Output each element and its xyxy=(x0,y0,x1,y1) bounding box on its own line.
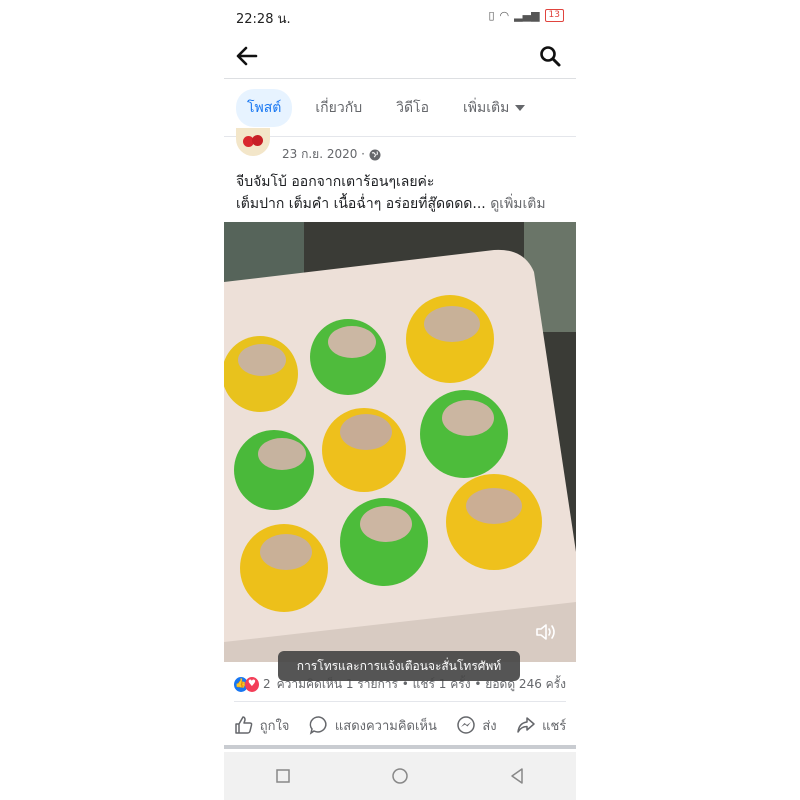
status-bar: 22:28 น. ▯ ◠ ▂▄▆ 13 xyxy=(224,0,576,34)
page-tabs: โพสต์ เกี่ยวกับ วิดีโอ เพิ่มเติม xyxy=(224,88,576,128)
send-label: ส่ง xyxy=(482,718,497,734)
like-icon xyxy=(234,716,253,734)
wifi-icon: ◠ xyxy=(499,9,510,22)
dumpling xyxy=(310,319,386,395)
see-more-link[interactable]: ดูเพิ่มเติม xyxy=(490,196,545,212)
tab-more-label: เพิ่มเติม xyxy=(462,100,510,116)
globe-icon xyxy=(369,149,381,160)
comment-button[interactable]: แสดงความคิดเห็น xyxy=(309,715,437,736)
search-icon[interactable] xyxy=(538,44,562,68)
system-nav-bar xyxy=(224,752,576,800)
signal-icon: ▂▄▆ xyxy=(514,9,540,22)
post-text-line: เต็มปาก เต็มคำ เนื้อฉ่ำๆ อร่อยที่สู๊ดดดด… xyxy=(236,196,486,212)
share-icon xyxy=(517,717,535,733)
stats-divider xyxy=(234,701,566,702)
like-label: ถูกใจ xyxy=(259,718,290,734)
dumpling xyxy=(340,498,428,586)
post-meta: 23 ก.ย. 2020 · xyxy=(282,145,381,164)
share-label: แชร์ xyxy=(542,718,567,734)
app-bar xyxy=(224,34,576,79)
dumpling xyxy=(224,336,298,412)
dumpling xyxy=(240,524,328,612)
post-text-line: จีบจัมโบ้ ออกจากเตาร้อนๆเลยค่ะ xyxy=(236,174,435,190)
love-reaction-icon: ♥ xyxy=(244,676,259,692)
status-time: 22:28 น. xyxy=(236,12,291,27)
back-arrow-icon[interactable] xyxy=(234,44,260,68)
tab-more[interactable]: เพิ่มเติม xyxy=(452,89,536,127)
phone-screen: 22:28 น. ▯ ◠ ▂▄▆ 13 โพสต์ เกี่ยวกับ วิดี… xyxy=(224,0,576,800)
post-video[interactable] xyxy=(224,222,576,662)
dumplings-image xyxy=(224,222,576,662)
comment-icon xyxy=(309,716,327,735)
back-icon[interactable] xyxy=(506,765,528,787)
tab-posts[interactable]: โพสต์ xyxy=(236,89,293,127)
reaction-count[interactable]: 2 xyxy=(263,677,271,691)
avatar-logo-shape xyxy=(252,135,263,146)
tab-about[interactable]: เกี่ยวกับ xyxy=(304,89,373,127)
system-toast: การโทรและการแจ้งเตือนจะสั่นโทรศัพท์ xyxy=(278,651,520,681)
post-text: จีบจัมโบ้ ออกจากเตาร้อนๆเลยค่ะ เต็มปาก เ… xyxy=(236,171,572,215)
messenger-icon xyxy=(457,716,476,734)
volume-icon[interactable] xyxy=(534,620,558,644)
post-actions: ถูกใจ แสดงความคิดเห็น ส่ง แชร์ xyxy=(224,710,576,740)
like-button[interactable]: ถูกใจ xyxy=(234,715,290,736)
dumpling xyxy=(322,408,406,492)
vibrate-icon: ▯ xyxy=(488,9,495,22)
chevron-down-icon xyxy=(515,105,526,111)
dumpling xyxy=(420,390,508,478)
share-button[interactable]: แชร์ xyxy=(516,715,566,736)
tab-videos[interactable]: วิดีโอ xyxy=(385,89,440,127)
dumpling xyxy=(446,474,542,570)
avatar[interactable] xyxy=(236,128,270,156)
feed-separator xyxy=(224,745,576,749)
comment-label: แสดงความคิดเห็น xyxy=(334,718,437,734)
home-icon[interactable] xyxy=(389,765,411,787)
post-date[interactable]: 23 ก.ย. 2020 · xyxy=(282,145,365,164)
send-button[interactable]: ส่ง xyxy=(456,715,497,736)
post-text-line-2: เต็มปาก เต็มคำ เนื้อฉ่ำๆ อร่อยที่สู๊ดดดด… xyxy=(236,193,572,215)
dumpling xyxy=(234,430,314,510)
recent-apps-icon[interactable] xyxy=(272,765,294,787)
tabs-divider xyxy=(224,136,576,137)
battery-icon: 13 xyxy=(544,9,564,22)
status-icons: ▯ ◠ ▂▄▆ 13 xyxy=(488,9,564,22)
dumpling xyxy=(406,295,494,383)
